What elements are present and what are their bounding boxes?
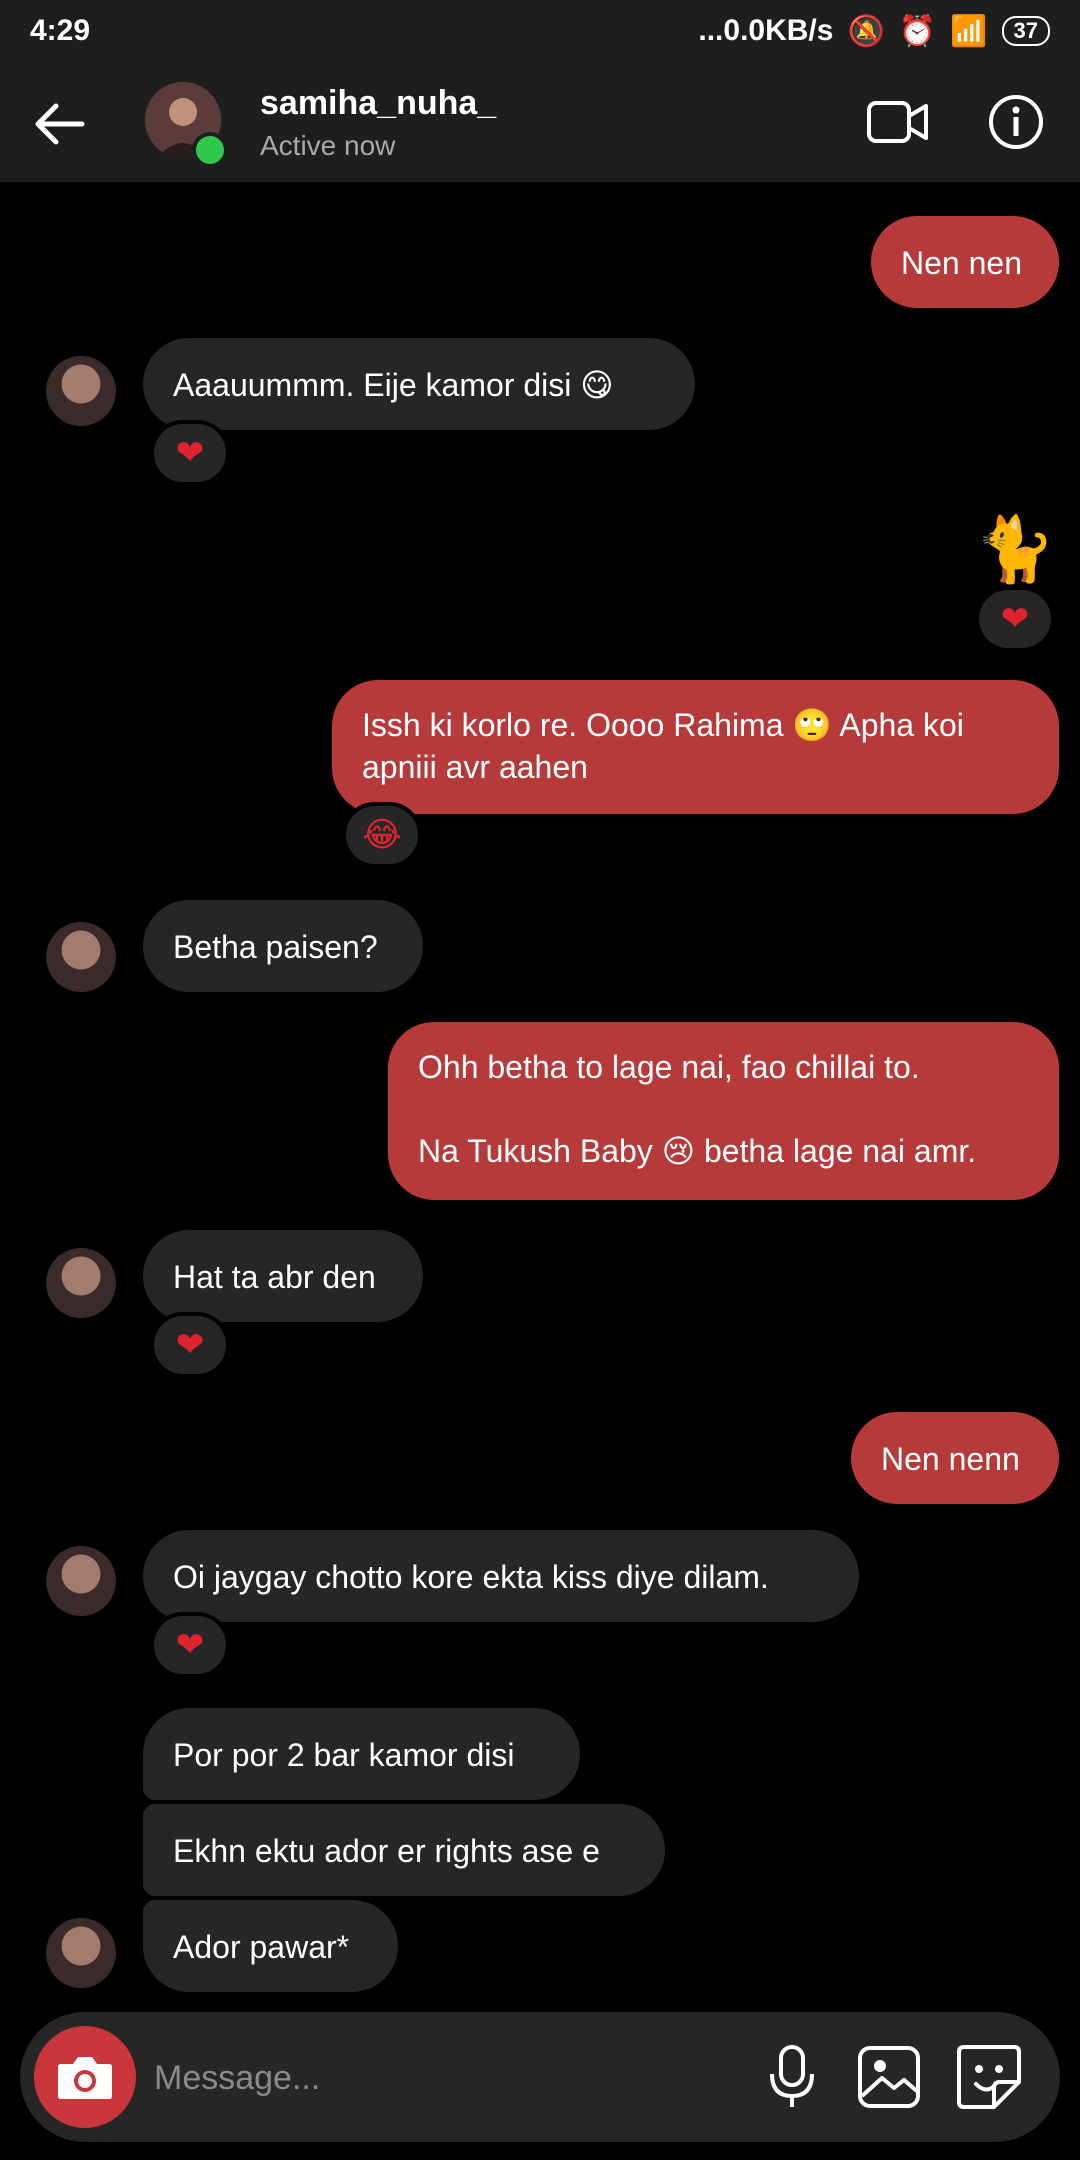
gallery-icon[interactable]: [856, 2044, 922, 2110]
message-outgoing[interactable]: Ohh betha to lage nai, fao chillai to. N…: [388, 1022, 1059, 1200]
message-input[interactable]: [152, 2036, 716, 2120]
reaction-heart-icon[interactable]: ❤: [150, 1312, 230, 1378]
sender-avatar[interactable]: [46, 1248, 116, 1318]
message-thread[interactable]: Nen nen Aaauummm. Eije kamor disi 😋 ❤ 🐈 …: [0, 182, 1080, 2002]
status-time: 4:29: [30, 14, 91, 47]
message-incoming[interactable]: Ekhn ektu ador er rights ase e: [143, 1804, 665, 1896]
status-bar: 4:29 ...0.0KB/s 🔕 ⏰ 📶 37: [0, 0, 1080, 62]
mute-icon: 🔕: [847, 14, 885, 48]
chat-username[interactable]: samiha_nuha_: [260, 84, 496, 123]
message-incoming[interactable]: Por por 2 bar kamor disi: [143, 1708, 580, 1800]
sender-avatar[interactable]: [46, 1918, 116, 1988]
camera-icon: [58, 2057, 112, 2099]
sticker-icon[interactable]: [954, 2042, 1024, 2112]
message-incoming[interactable]: Aaauummm. Eije kamor disi 😋: [143, 338, 695, 430]
sender-avatar[interactable]: [46, 356, 116, 426]
message-outgoing[interactable]: Nen nenn: [851, 1412, 1059, 1504]
alarm-icon: ⏰: [898, 14, 937, 48]
video-call-icon[interactable]: [866, 98, 930, 146]
reaction-heart-icon[interactable]: ❤: [150, 420, 230, 486]
active-status: Active now: [260, 130, 396, 161]
reaction-heart-icon[interactable]: ❤: [150, 1612, 230, 1678]
network-speed: ...0.0KB/s: [698, 14, 834, 47]
message-outgoing[interactable]: Issh ki korlo re. Oooo Rahima 🙄 Apha koi…: [332, 680, 1059, 814]
message-incoming[interactable]: Betha paisen?: [143, 900, 423, 992]
signal-icon: 📶: [950, 14, 988, 48]
back-arrow-icon[interactable]: [28, 92, 92, 156]
sender-avatar[interactable]: [46, 922, 116, 992]
message-incoming[interactable]: Ador pawar*: [143, 1900, 398, 1992]
status-icons: ...0.0KB/s 🔕 ⏰ 📶 37: [698, 14, 1050, 49]
camera-button[interactable]: [34, 2026, 136, 2128]
info-icon[interactable]: [988, 94, 1044, 150]
message-composer: [20, 2012, 1060, 2142]
message-incoming[interactable]: Oi jaygay chotto kore ekta kiss diye dil…: [143, 1530, 859, 1622]
reaction-heart-icon[interactable]: ❤: [975, 586, 1055, 652]
reaction-laugh-icon[interactable]: 😂: [342, 802, 422, 868]
microphone-icon[interactable]: [760, 2044, 824, 2110]
online-status-dot: [192, 132, 228, 168]
sender-avatar[interactable]: [46, 1546, 116, 1616]
cat-sticker[interactable]: 🐈: [975, 512, 1055, 587]
message-incoming[interactable]: Hat ta abr den: [143, 1230, 423, 1322]
chat-header: samiha_nuha_ Active now: [0, 62, 1080, 182]
message-outgoing[interactable]: Nen nen: [871, 216, 1059, 308]
battery-indicator: 37: [1001, 16, 1050, 46]
